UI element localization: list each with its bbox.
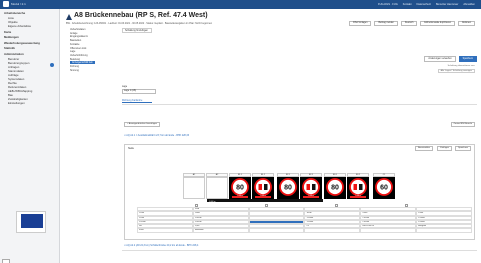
- sidebar-item[interactable]: Einstellungen: [8, 101, 25, 105]
- tree-node[interactable]: Verkehrsführung: [70, 54, 88, 57]
- sidebar-item[interactable]: Statistik: [4, 46, 15, 50]
- sign-distance-label: 1.000 m: [303, 196, 319, 198]
- empty-sign-slot[interactable]: [206, 177, 228, 199]
- speed-limit-sign[interactable]: 80: [277, 177, 299, 199]
- no-overtaking-sign[interactable]: 1.000 m: [252, 177, 274, 199]
- sidebar-item[interactable]: Eigene Arbeitsliste: [8, 24, 31, 28]
- sign-panel: Stelle Bereitstellen Einfügen Speichern …: [124, 144, 475, 240]
- top-link-kontakt[interactable]: Kontakt: [403, 3, 412, 6]
- page-title: A8 Brückennebau (RP S, Ref. 47.4 West): [74, 12, 208, 19]
- section-header-1[interactable]: ∨ AQ A2.1 = Autobahnabfahrt 23,7 km ab E…: [124, 134, 189, 137]
- top-link-status[interactable]: FUG-DGS · FUG: [378, 3, 398, 6]
- no-overtaking-sign[interactable]: 1.000 m: [300, 177, 322, 199]
- page-meta: BW · Arbeitsbezeichnung: 123-456/01 · La…: [66, 22, 213, 25]
- speed-limit-sign[interactable]: 80: [324, 177, 346, 199]
- speed-limit-sign[interactable]: 80 1.000 m: [229, 177, 251, 199]
- top-link-user[interactable]: Benutzer Hannover: [436, 3, 458, 6]
- notification-badge: [50, 63, 54, 67]
- speed-limit-sign[interactable]: 60: [373, 177, 395, 199]
- save-controls: Änderungen verwerfen Speichern: [424, 56, 477, 62]
- sidebar-item[interactable]: Administration: [4, 52, 24, 56]
- app-logo[interactable]: [3, 1, 9, 7]
- sidebar: Arbeitsbereiche Liste Objekte Eigene Arbeit…: [0, 9, 60, 263]
- section-header-2[interactable]: ∨ AQ A2.2 (A8 22,3 km) Schilderbrücke 20…: [124, 244, 198, 247]
- duplicate-button[interactable]: Einheitsmaske duplizieren: [420, 21, 456, 26]
- tree-node[interactable]: Kontakte: [70, 43, 79, 46]
- grid-row: Fahrt automatik: [137, 228, 472, 233]
- tree-node[interactable]: Offensiven lock: [70, 47, 86, 50]
- section-bar: 1.000 m: [207, 199, 323, 203]
- sign-settings-grid: Pfad 150m 150m 100m 150m 150m 250m 1.000m 1.000m…: [137, 207, 472, 233]
- tree-node[interactable]: Eingangsdatenm: [70, 35, 88, 38]
- panel-provide-button[interactable]: Bereitstellen: [414, 146, 433, 151]
- no-overtaking-sign[interactable]: 1.000 m: [347, 177, 369, 199]
- top-link-logout[interactable]: Abmelden: [463, 3, 475, 6]
- tree-node[interactable]: Lage: [70, 50, 75, 53]
- tree-node[interactable]: Sinnung: [70, 69, 79, 72]
- tab-direction[interactable]: Richtung Karlsruhe: [122, 99, 152, 103]
- divider: [122, 250, 477, 251]
- sign-distance-label: 1.000 m: [232, 196, 248, 198]
- top-links: FUG-DGS · FUG Kontakt Datenschutz Benutz…: [378, 3, 475, 6]
- content-area: Schaltung hinzufügen Änderungen verwerfe…: [122, 28, 477, 263]
- option-select[interactable]: Alle Lagen / Schaltung anzeigen: [437, 69, 475, 73]
- panel-save-button[interactable]: Speichern: [455, 146, 471, 151]
- tree-node[interactable]: Verkehrsdaten: [70, 28, 85, 31]
- discard-button[interactable]: Änderungen verwerfen: [424, 56, 456, 62]
- sidebar-collapse-button[interactable]: [2, 259, 10, 263]
- option-take-over: Schaltung übernehmen von:: [447, 65, 475, 67]
- speed-value: 60: [380, 185, 388, 192]
- top-bar: Modul / 2.1 FUG-DGS · FUG Kontakt Datens…: [0, 0, 481, 9]
- tree-node[interactable]: Anlage: [70, 32, 77, 35]
- speed-value: 80: [331, 185, 339, 192]
- grid-cell[interactable]: [360, 228, 417, 233]
- app-version: Modul / 2.1: [11, 2, 26, 6]
- panel-label: Stelle: [128, 147, 134, 150]
- grid-cell[interactable]: Fahrt: [137, 228, 193, 233]
- save-button[interactable]: Speichern: [458, 56, 477, 62]
- sign-distance-label: 1.000 m: [350, 196, 366, 198]
- lage-select[interactable]: Lage 1 (A8): [122, 89, 156, 94]
- tree-node[interactable]: Anzeigenschild bek: [70, 61, 95, 65]
- warning-icon: [66, 14, 72, 20]
- grid-cell[interactable]: [416, 228, 472, 233]
- grid-cell[interactable]: [248, 228, 305, 233]
- sign-distance-label: 1.000 m: [255, 196, 271, 198]
- actions-button[interactable]: Aktionen: [458, 21, 475, 26]
- tree-node[interactable]: Führung: [70, 65, 79, 68]
- main-area: A8 Brückennebau (RP S, Ref. 47.4 West) B…: [60, 9, 481, 263]
- language-button[interactable]: Deutsch: [400, 21, 418, 26]
- tree-node[interactable]: Baustellen: [70, 39, 81, 42]
- tree-node[interactable]: Beleitung: [70, 58, 80, 61]
- divider: [122, 104, 477, 105]
- grid-cell[interactable]: automatik: [192, 228, 249, 233]
- eu-logo: [16, 211, 46, 233]
- speed-value: 80: [236, 185, 244, 192]
- speed-value: 80: [284, 185, 292, 192]
- section-bar-label: 1.000 m: [209, 201, 216, 203]
- add-sign-bridge-button[interactable]: + Anzeigenbrücken hinzufügen: [124, 122, 160, 127]
- sidebar-item[interactable]: Karte: [4, 30, 11, 34]
- report-rsi-button[interactable]: Zentral RSI Bericht: [450, 122, 475, 127]
- eu-flag-icon: [21, 214, 43, 228]
- lage-label: Lage: [122, 86, 128, 88]
- empty-sign-slot[interactable]: [183, 177, 205, 199]
- sidebar-item[interactable]: Wiederholungsauswertung: [4, 41, 40, 45]
- sidebar-item[interactable]: Meldungen: [4, 35, 19, 39]
- panel-insert-button[interactable]: Einfügen: [437, 146, 452, 151]
- sidebar-item[interactable]: Arbeitsbereiche: [4, 11, 25, 15]
- tab-add-switch[interactable]: Schaltung hinzufügen: [122, 28, 152, 33]
- report-button[interactable]: Beitrag melden: [374, 21, 398, 26]
- toolbar: RSA Vorlagen Beitrag melden Deutsch Einh…: [349, 21, 475, 26]
- rsa-templates-button[interactable]: RSA Vorlagen: [349, 21, 372, 26]
- grid-cell[interactable]: [304, 228, 361, 233]
- top-link-datenschutz[interactable]: Datenschutz: [417, 3, 431, 6]
